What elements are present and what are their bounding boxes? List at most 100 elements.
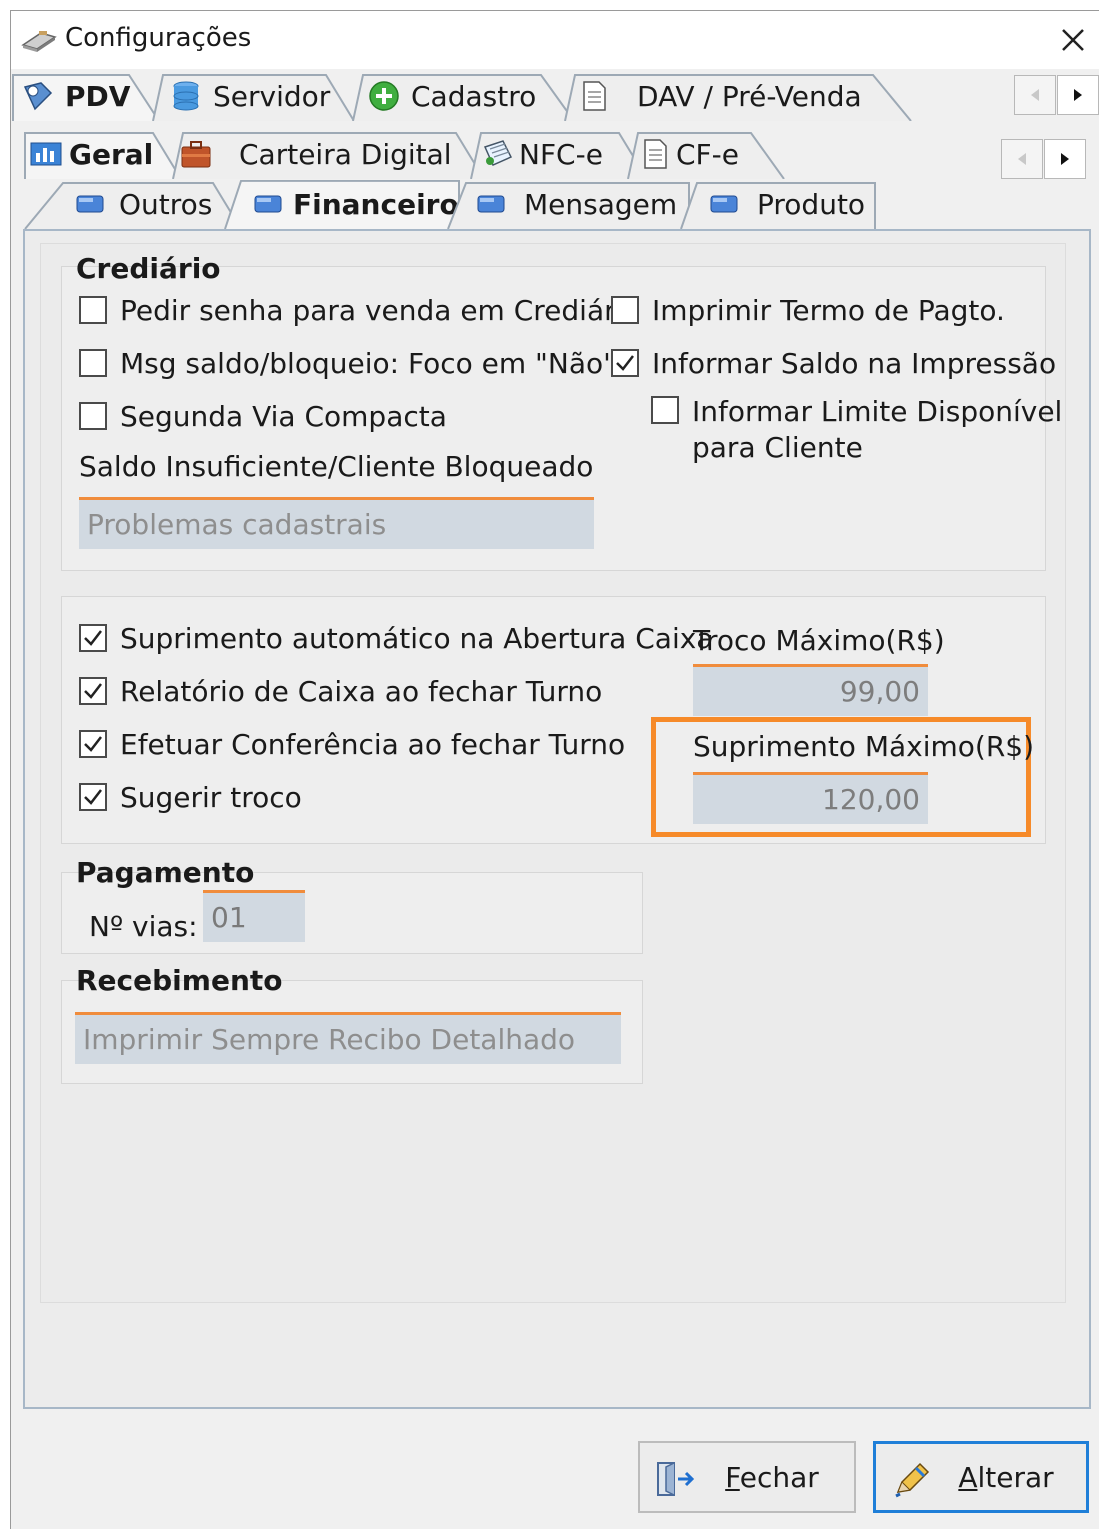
pedir-senha-label: Pedir senha para venda em Crediário [120,294,641,327]
vias-label: Nº vias: [89,910,198,943]
tab-financeiro[interactable]: Financeiro [223,179,461,229]
window-title: Configurações [65,23,252,53]
alterar-button[interactable]: Alterar [873,1441,1089,1513]
tab-servidor[interactable]: Servidor [151,71,356,121]
segunda-via-checkbox[interactable]: Segunda Via Compacta [79,400,447,433]
recebimento-field[interactable]: Imprimir Sempre Recibo Detalhado [75,1012,621,1064]
tab-outros[interactable]: Outros [23,179,243,229]
tab-cfe[interactable]: CF-e [626,129,786,179]
imprimir-termo-checkbox[interactable]: Imprimir Termo de Pagto. [611,294,1005,327]
msg-saldo-label: Msg saldo/bloqueio: Foco em "Não" [120,347,617,380]
checkbox-box[interactable] [79,677,107,705]
document-icon [583,81,606,111]
tab-outros-label: Outros [119,187,213,221]
check-icon [84,630,102,646]
tab-servidor-label: Servidor [213,79,331,113]
tab-produto-label: Produto [757,187,866,221]
pedir-senha-checkbox[interactable]: Pedir senha para venda em Crediário [79,294,641,327]
fechar-rest: echar [739,1460,819,1494]
relatorio-caixa-label: Relatório de Caixa ao fechar Turno [120,675,603,708]
tab-mensagem-label: Mensagem [524,187,678,221]
configuracoes-window: Configurações PDV Servidor Cadastro DAV … [10,10,1099,1529]
tab-icon [254,195,282,213]
pagamento-title: Pagamento [76,856,255,889]
checkbox-box[interactable] [611,349,639,377]
tab-carteira-digital[interactable]: Carteira Digital [171,129,486,179]
tab-geral[interactable]: Geral [23,129,183,179]
tab-dav-pre-venda[interactable]: DAV / Pré-Venda [563,71,913,121]
arrow-right-icon [1074,89,1082,101]
troco-maximo-field[interactable]: 99,00 [693,664,928,716]
sugerir-troco-label: Sugerir troco [120,781,302,814]
troco-maximo-label: Troco Máximo(R$) [693,624,945,657]
tab-mensagem[interactable]: Mensagem [446,179,691,229]
saldo-insuficiente-field[interactable]: Problemas cadastrais [79,497,594,549]
tab-pdv[interactable]: PDV [11,71,161,121]
alterar-accel: A [958,1460,978,1494]
segunda-via-label: Segunda Via Compacta [120,400,447,433]
scroll-right-button[interactable] [1057,75,1099,115]
tab-produto[interactable]: Produto [679,179,877,229]
fechar-button[interactable]: Fechar [638,1441,856,1513]
suprimento-maximo-field[interactable]: 120,00 [693,772,928,824]
scroll-right-button[interactable] [1044,139,1086,179]
check-icon [616,355,634,371]
informar-limite-label-line1: Informar Limite Disponível [692,395,1063,428]
check-icon [84,683,102,699]
tabs-level2: Geral Carteira Digital NFC-e CF-e [11,129,1099,181]
suprimento-automatico-checkbox[interactable]: Suprimento automático na Abertura Caixa [79,622,713,655]
checkbox-box[interactable] [79,624,107,652]
financeiro-page: Crediário Pedir senha para venda em Cred… [23,229,1091,1409]
vias-field[interactable]: 01 [203,890,305,942]
saldo-insuficiente-label: Saldo Insuficiente/Cliente Bloqueado [79,450,594,483]
relatorio-caixa-checkbox[interactable]: Relatório de Caixa ao fechar Turno [79,675,602,708]
tab-icon [710,195,738,213]
close-icon[interactable] [1050,17,1096,63]
informar-saldo-label: Informar Saldo na Impressão [652,347,1057,380]
tab-pdv-label: PDV [65,79,131,113]
crediario-title: Crediário [76,252,221,285]
financeiro-content: Crediário Pedir senha para venda em Cred… [40,243,1066,1303]
tab-cadastro-label: Cadastro [411,79,537,113]
suprimento-maximo-label: Suprimento Máximo(R$) [693,730,1035,763]
sugerir-troco-checkbox[interactable]: Sugerir troco [79,781,302,814]
tabs-level2-scroll [1001,139,1086,179]
tab-cfe-label: CF-e [676,137,739,171]
check-icon [84,736,102,752]
scroll-left-button[interactable] [1001,139,1043,179]
fechar-accel: F [725,1460,740,1494]
database-icon [173,81,199,111]
tab-nfce[interactable]: NFC-e [469,129,649,179]
checkbox-box[interactable] [79,730,107,758]
tab-cadastro[interactable]: Cadastro [351,71,576,121]
checkbox-box[interactable] [651,396,679,424]
arrow-left-icon [1018,153,1026,165]
tabs-level1: PDV Servidor Cadastro DAV / Pré-Venda [11,71,1099,123]
document-icon [644,139,667,169]
title-bar: Configurações [11,11,1099,69]
recebimento-title: Recebimento [76,964,283,997]
briefcase-icon [181,141,211,168]
checkbox-box[interactable] [79,783,107,811]
checkbox-box[interactable] [79,349,107,377]
alterar-rest: lterar [977,1460,1054,1494]
checkbox-box[interactable] [79,402,107,430]
checkbox-box[interactable] [611,296,639,324]
tab-carteira-label: Carteira Digital [239,137,452,171]
arrow-right-icon [1061,153,1069,165]
scroll-left-button[interactable] [1014,75,1056,115]
pdv-icon [23,82,53,111]
efetuar-conferencia-checkbox[interactable]: Efetuar Conferência ao fechar Turno [79,728,625,761]
tab-financeiro-label: Financeiro [293,187,459,221]
arrow-left-icon [1031,89,1039,101]
tabs-level3: Outros Financeiro Mensagem Produto [11,179,1099,231]
plus-circle-icon [369,81,399,111]
msg-saldo-checkbox[interactable]: Msg saldo/bloqueio: Foco em "Não" [79,347,616,380]
fechar-label: Fechar [640,1461,854,1494]
informar-limite-checkbox[interactable]: Informar Limite Disponível para Cliente [651,394,1062,466]
tab-icon [477,195,505,213]
informar-saldo-checkbox[interactable]: Informar Saldo na Impressão [611,347,1056,380]
checkbox-box[interactable] [79,296,107,324]
settings-app-icon [21,31,57,52]
tab-dav-label: DAV / Pré-Venda [637,79,862,113]
